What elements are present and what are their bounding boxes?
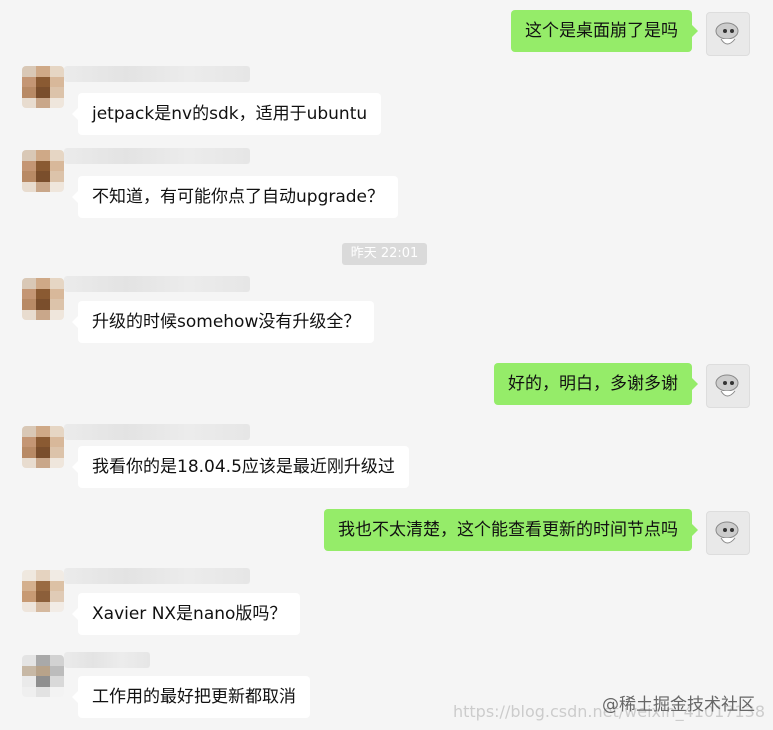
sender-name-blurred — [64, 568, 250, 584]
my-avatar[interactable] — [706, 511, 750, 555]
cartoon-avatar-icon — [715, 521, 739, 544]
contact-avatar[interactable] — [22, 66, 64, 108]
message-bubble[interactable]: 工作用的最好把更新都取消 — [72, 676, 310, 718]
sender-name-blurred — [64, 276, 250, 292]
cartoon-avatar-icon — [715, 374, 739, 397]
sender-name-blurred — [64, 424, 250, 440]
contact-avatar[interactable] — [22, 150, 64, 192]
timestamp-divider: 昨天 22:01 — [342, 243, 427, 265]
sender-name-blurred — [64, 66, 250, 82]
sender-name-blurred — [64, 652, 150, 668]
message-bubble[interactable]: 我也不太清楚，这个能查看更新的时间节点吗 — [324, 509, 698, 551]
message-bubble[interactable]: 好的，明白，多谢多谢 — [494, 363, 698, 405]
message-bubble[interactable]: 升级的时候somehow没有升级全？ — [71, 301, 375, 343]
message-bubble[interactable]: 这个是桌面崩了是吗 — [511, 10, 698, 52]
message-bubble[interactable]: 不知道，有可能你点了自动upgrade？ — [71, 176, 399, 218]
my-avatar[interactable] — [706, 364, 750, 408]
contact-avatar[interactable] — [22, 278, 64, 320]
my-avatar[interactable] — [706, 12, 750, 56]
cartoon-avatar-icon — [715, 22, 739, 45]
contact-avatar[interactable] — [22, 570, 64, 612]
message-bubble[interactable]: Xavier NX是nano版吗？ — [71, 593, 301, 635]
message-bubble[interactable]: 我看你的是18.04.5应该是最近刚升级过 — [72, 446, 409, 488]
message-bubble[interactable]: jetpack是nv的sdk，适用于ubuntu — [71, 93, 382, 135]
contact-avatar[interactable] — [22, 655, 64, 697]
contact-avatar[interactable] — [22, 426, 64, 468]
watermark-brand: @稀土掘金技术社区 — [602, 695, 755, 715]
sender-name-blurred — [64, 148, 250, 164]
